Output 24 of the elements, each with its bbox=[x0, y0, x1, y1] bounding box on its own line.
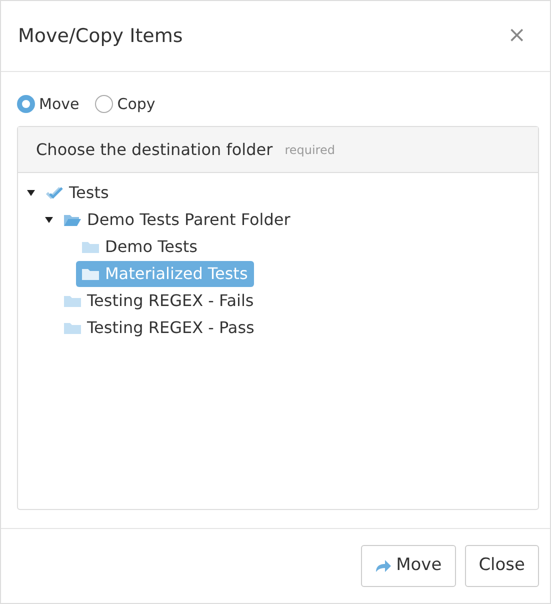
tree-item[interactable]: Demo Tests Parent Folder bbox=[58, 206, 296, 232]
close-button[interactable]: × bbox=[508, 25, 526, 47]
tree-item[interactable]: Tests bbox=[40, 180, 115, 206]
required-hint: required bbox=[284, 142, 335, 158]
tree-item[interactable]: Testing REGEX - Pass bbox=[58, 314, 260, 340]
radio-option[interactable]: Move bbox=[17, 92, 80, 116]
footer-button[interactable]: Move bbox=[361, 545, 456, 587]
collapse-toggle-icon[interactable] bbox=[27, 188, 35, 196]
folder-icon bbox=[82, 240, 99, 254]
folder-icon bbox=[64, 294, 81, 308]
collapse-toggle-icon[interactable] bbox=[45, 216, 53, 224]
panel-heading: Choose the destination folder bbox=[36, 138, 273, 160]
radio-option[interactable]: Copy bbox=[95, 92, 156, 116]
open-folder-icon bbox=[64, 212, 81, 226]
double-check-icon bbox=[46, 186, 63, 200]
dialog-title: Move/Copy Items bbox=[18, 24, 183, 48]
share-arrow-icon bbox=[375, 559, 392, 573]
radio-button[interactable] bbox=[17, 95, 35, 113]
radio-button[interactable] bbox=[95, 95, 114, 113]
tree-item[interactable]: Demo Tests bbox=[76, 234, 204, 260]
footer-button[interactable]: Close bbox=[464, 545, 539, 587]
tree-item[interactable]: Testing REGEX - Fails bbox=[58, 288, 260, 314]
folder-icon bbox=[82, 266, 99, 280]
folder-icon bbox=[64, 320, 81, 334]
